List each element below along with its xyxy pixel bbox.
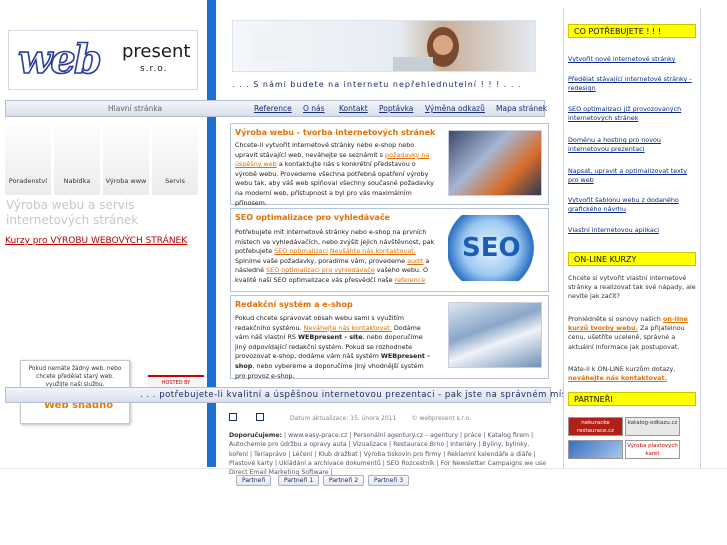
tile-vyroba-www[interactable]: Výroba www — [103, 125, 149, 195]
mail-icon[interactable] — [255, 413, 264, 421]
nav-item-mapa-stranek[interactable]: Mapa stránek — [496, 104, 547, 113]
nav-home[interactable]: Hlavní stránka — [108, 104, 162, 113]
nav-item-reference[interactable]: Reference — [254, 104, 292, 113]
update-date: Datum aktualizace: 15. února 2011 © webp… — [290, 415, 471, 422]
footer-links[interactable]: Doporučujeme: | www.easy-prace.cz | Pers… — [229, 431, 547, 477]
hero-illustration — [253, 27, 459, 71]
need-link-domain-hosting[interactable]: Doménu a hosting pro novou internetovou … — [568, 136, 696, 154]
card-link[interactable]: Nevšáhte nás kontaktovat. — [330, 247, 416, 255]
nav-item-o-nas[interactable]: O nás — [303, 104, 325, 113]
logo-present-text: present — [122, 41, 191, 62]
partner-plastove-karty[interactable]: Výroba plastových karet — [625, 440, 680, 459]
card-title: SEO optimalizace pro vyhledávače — [235, 213, 390, 222]
hero-banner-image — [232, 20, 536, 72]
tagline: . . . S námi budete na internetu nepřehl… — [232, 80, 522, 89]
need-link-texts[interactable]: Napsat, upravit a optimalizovat texty pr… — [568, 167, 696, 185]
partner-nekuracke-restaurace[interactable]: nekuracke restaurace.cz — [568, 417, 623, 436]
courses-contact: Máte-li k ON-LINE kurzům dotazy, neváhej… — [568, 365, 676, 383]
nav-item-kontakt[interactable]: Kontakt — [339, 104, 368, 113]
partneri-button[interactable]: Partneři — [236, 475, 272, 486]
card-text: Pokud chcete spravovat obsah webu sami s… — [235, 314, 430, 380]
need-section-title: CO POTŘEBUJETE ! ! ! — [568, 24, 696, 38]
card-title: Výroba webu - tvorba internetových strán… — [235, 128, 436, 137]
need-link-redesign[interactable]: Předělat stávající internetové stránky -… — [568, 75, 696, 93]
footer-divider — [0, 468, 727, 469]
card-link[interactable]: audit — [407, 257, 423, 265]
web-screenshots-image — [448, 130, 542, 196]
slogan-text: . . . potřebujete-li kvalitní a úspěšnou… — [140, 390, 596, 400]
need-link-template[interactable]: Vytvořit šablonu webu z dodaného grafick… — [568, 196, 696, 214]
courses-link[interactable]: Kurzy pro VÝROBU WEBOVÝCH STRÁNEK — [5, 236, 187, 246]
tile-poradenstvi[interactable]: Poradenství — [5, 125, 51, 195]
card-text: Chcete-li vytvořit internetové stránky n… — [235, 141, 434, 207]
partner-katalog-odkazu[interactable]: katalog-odkazu.cz — [625, 417, 680, 436]
need-link-seo[interactable]: SEO optimalizaci již provozovaných inter… — [568, 105, 696, 123]
recommend-label: Doporučujeme: — [229, 432, 283, 439]
tile-servis[interactable]: Servis — [152, 125, 198, 195]
tile-nabidka[interactable]: Nabídka — [54, 125, 100, 195]
card-link[interactable]: Neváhejte nás kontaktovat. — [304, 324, 392, 332]
card-link[interactable]: SEO optimalizaci — [274, 247, 328, 255]
sitemap-icon[interactable] — [229, 413, 237, 421]
seo-image: SEO — [448, 215, 542, 281]
partneri-1-button[interactable]: Partneři 1 — [278, 475, 320, 486]
courses-intro: Chcete si vytvořit vlastní internetové s… — [568, 274, 696, 301]
tile-label: Poradenství — [8, 177, 48, 185]
left-heading: Výroba webu a servis internetových strán… — [6, 198, 139, 227]
courses-section-title: ON-LINE KURZY — [568, 252, 696, 266]
courses-description: Prohlédněte si osnovy našich on-line kur… — [568, 315, 688, 351]
card-text: Potřebujete mít internetové stránky nebo… — [235, 228, 435, 284]
nav-item-poptavka[interactable]: Poptávka — [379, 104, 413, 113]
tile-label: Servis — [165, 177, 185, 185]
card-title: Redakční systém a e-shop — [235, 300, 353, 309]
footer-icons — [229, 413, 264, 423]
nav-item-vymena-odkazu[interactable]: Výměna odkazů — [425, 104, 485, 113]
tile-label: Výroba www — [105, 177, 147, 185]
partneri-3-button[interactable]: Partneři 3 — [368, 475, 410, 486]
seo-image-label: SEO — [462, 233, 521, 263]
partner-banner-3[interactable] — [568, 440, 623, 459]
partneri-2-button[interactable]: Partneři 2 — [323, 475, 365, 486]
need-link-new-site[interactable]: Vytvořit nové internetové stránky — [568, 55, 696, 64]
promo-popup-text: Pokud nemáte žádný web. nebo chcete před… — [28, 366, 122, 388]
logo-web-text[interactable]: web — [17, 37, 102, 83]
cms-screenshots-image — [448, 302, 542, 368]
tile-label: Nabídka — [63, 177, 91, 185]
copyright: © webpresent s.r.o. — [411, 415, 471, 422]
card-link[interactable]: reference — [395, 276, 426, 284]
partners-section-title: PARTNEŘI — [568, 392, 696, 406]
need-link-app[interactable]: Vlastní internetovou aplikaci — [568, 226, 696, 235]
card-link[interactable]: SEO optimalizaci pro vyhledávače — [266, 266, 375, 274]
logo-suffix: s.r.o. — [140, 64, 168, 74]
courses-contact-link[interactable]: neváhejte nás kontaktovat. — [568, 374, 667, 382]
